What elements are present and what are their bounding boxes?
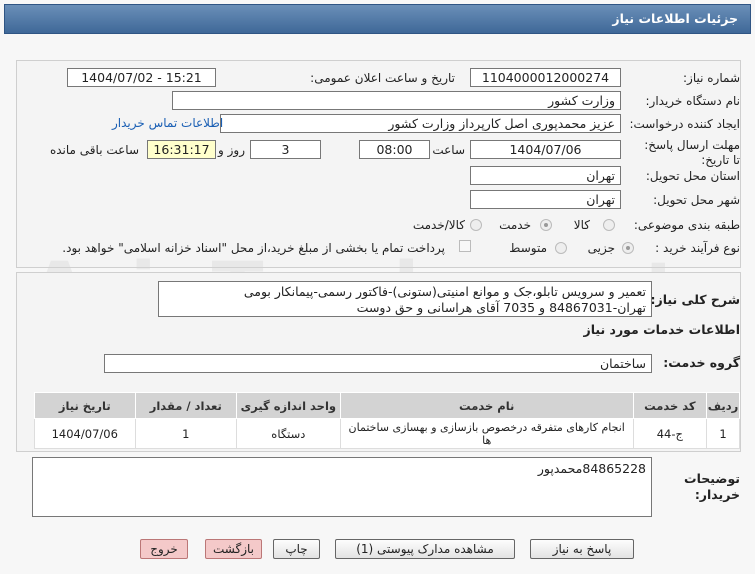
process-radio-minor[interactable] (622, 242, 634, 254)
city-label: شهر محل تحویل: (653, 193, 740, 207)
process-option-minor: جزیی (587, 241, 615, 255)
days-remaining-field: 3 (250, 140, 321, 159)
city-field: تهران (470, 190, 621, 209)
general-desc-label: شرح کلی نیاز: (650, 292, 740, 307)
process-option-medium: متوسط (509, 241, 547, 255)
buyer-notes-label: توضیحات خریدار: (684, 471, 740, 502)
cell-row: 1 (705, 418, 741, 449)
deadline-time-field: 08:00 (359, 140, 430, 159)
creator-field: عزیز محمدپوری اصل کارپرداز وزارت کشور (220, 114, 621, 133)
page-header: جزئیات اطلاعات نیاز (4, 4, 751, 34)
treasury-payment-note: پرداخت تمام یا بخشی از مبلغ خرید،از محل … (62, 241, 445, 255)
buyer-org-label: نام دستگاه خریدار: (645, 94, 741, 108)
col-row: ردیف (705, 392, 741, 419)
col-need-date: تاریخ نیاز (34, 392, 136, 419)
announce-label: تاریخ و ساعت اعلان عمومی: (310, 71, 455, 85)
category-radio-goods-service[interactable] (470, 219, 482, 231)
col-service-name: نام خدمت (339, 392, 634, 419)
category-option-goods-service: کالا/خدمت (412, 218, 465, 232)
deadline-label: مهلت ارسال پاسخ: تا تاریخ: (644, 138, 740, 167)
process-label: نوع فرآیند خرید : (655, 241, 740, 255)
deadline-date-field: 1404/07/06 (470, 140, 621, 159)
need-number-field: 1104000012000274 (470, 68, 621, 87)
need-number-label: شماره نیاز: (683, 71, 740, 85)
days-label: روز و (218, 143, 245, 157)
remaining-label: ساعت باقی مانده (49, 143, 139, 157)
announce-datetime-field: 1404/07/02 - 15:21 (67, 68, 216, 87)
process-radio-medium[interactable] (555, 242, 567, 254)
page-title: جزئیات اطلاعات نیاز (612, 11, 738, 26)
province-label: استان محل تحویل: (645, 169, 740, 183)
services-table: ردیف کد خدمت نام خدمت واحد اندازه گیری ت… (34, 392, 741, 449)
category-radio-service[interactable] (540, 219, 552, 231)
cell-service-name: انجام کارهای متفرقه درخصوص بازسازی و بهس… (339, 418, 634, 449)
creator-label: ایجاد کننده درخواست: (629, 117, 740, 131)
buyer-notes-field: 84865228محمدپور (32, 457, 652, 517)
buyer-org-field: وزارت کشور (172, 91, 621, 110)
services-section-title: اطلاعات خدمات مورد نیاز (583, 322, 741, 337)
attachments-button[interactable]: مشاهده مدارک پیوستی (1) (335, 539, 515, 559)
back-button[interactable]: بازگشت (205, 539, 262, 559)
category-label: طبقه بندی موضوعی: (633, 218, 740, 232)
cell-unit: دستگاه (236, 418, 341, 449)
cell-need-date: 1404/07/06 (34, 418, 136, 449)
category-option-goods: کالا (573, 218, 590, 232)
services-table-header: ردیف کد خدمت نام خدمت واحد اندازه گیری ت… (34, 392, 741, 419)
print-button[interactable]: چاپ (273, 539, 320, 559)
treasury-payment-checkbox[interactable] (459, 240, 471, 252)
cell-quantity: 1 (134, 418, 238, 449)
category-radio-goods[interactable] (603, 219, 615, 231)
col-unit: واحد اندازه گیری (236, 392, 341, 419)
service-group-label: گروه خدمت: (663, 355, 740, 370)
remaining-time-field: 16:31:17 (147, 140, 216, 159)
buyer-contact-link[interactable]: اطلاعات تماس خریدار (112, 116, 223, 130)
general-desc-field: تعمیر و سرویس تابلو،جک و موانع امنیتی(ست… (158, 281, 652, 317)
cell-service-code: ج-44 (632, 418, 707, 449)
col-service-code: کد خدمت (632, 392, 707, 419)
exit-button[interactable]: خروج (140, 539, 188, 559)
service-group-field: ساختمان (104, 354, 652, 373)
time-label: ساعت (432, 143, 465, 157)
table-row: 1 ج-44 انجام کارهای متفرقه درخصوص بازساز… (34, 418, 741, 449)
category-option-service: خدمت (499, 218, 531, 232)
reply-button[interactable]: پاسخ به نیاز (530, 539, 634, 559)
col-quantity: تعداد / مقدار (134, 392, 238, 419)
province-field: تهران (470, 166, 621, 185)
